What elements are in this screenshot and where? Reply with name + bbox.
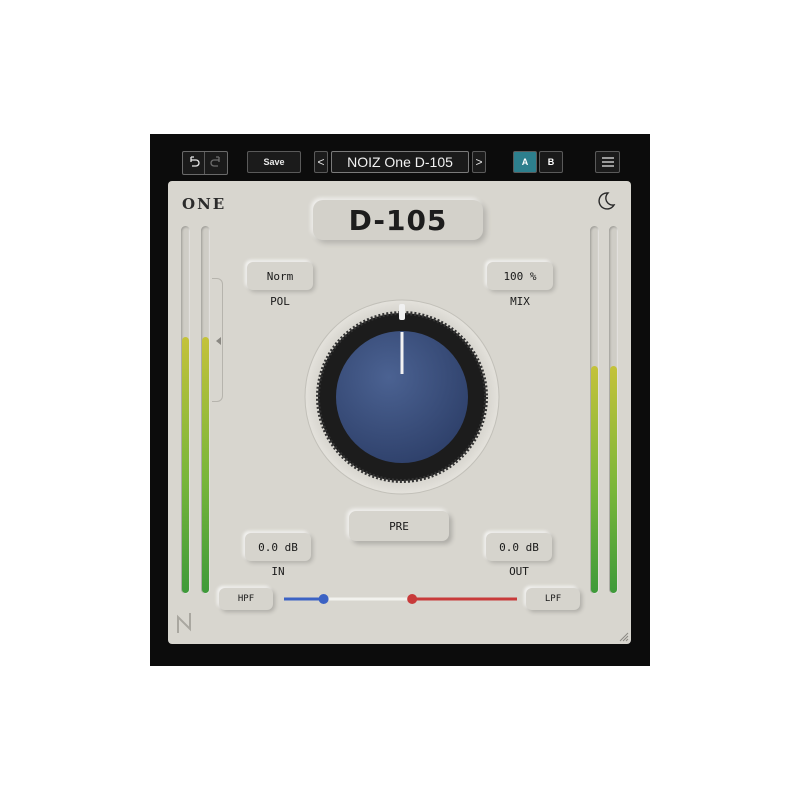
- output-meter-right: [609, 226, 618, 594]
- chevron-left-icon: <: [317, 155, 325, 169]
- input-gain-value-box[interactable]: 0.0 dB: [245, 533, 311, 561]
- input-meter-left: [181, 226, 190, 594]
- output-gain-label: OUT: [509, 565, 529, 578]
- output-gain-value-box[interactable]: 0.0 dB: [486, 533, 552, 561]
- hpf-button[interactable]: HPF: [219, 588, 273, 610]
- output-meter-right-fill: [610, 366, 617, 593]
- pol-value-box[interactable]: Norm: [247, 262, 313, 290]
- pre-button[interactable]: PRE: [349, 511, 449, 541]
- preset-name-display[interactable]: NOIZ One D-105: [331, 151, 469, 173]
- ab-b-button[interactable]: B: [539, 151, 563, 173]
- input-meter-right-fill: [202, 337, 209, 593]
- lpf-button[interactable]: LPF: [526, 588, 580, 610]
- undo-icon: [189, 156, 200, 167]
- input-meter-right: [201, 226, 210, 594]
- prev-preset-button[interactable]: <: [314, 151, 328, 173]
- main-panel: ONE D-105 Norm POL 100 % MIX PRE 0.0 dB …: [168, 181, 631, 644]
- mix-value-box[interactable]: 100 %: [487, 262, 553, 290]
- filter-range-slider[interactable]: [278, 589, 523, 609]
- moon-icon[interactable]: [593, 189, 617, 213]
- plugin-title: D-105: [313, 200, 483, 240]
- ab-a-button[interactable]: A: [513, 151, 537, 173]
- redo-button[interactable]: [205, 152, 226, 172]
- output-meter-left: [590, 226, 599, 594]
- brand-logo-text: ONE: [182, 195, 227, 213]
- chevron-right-icon: >: [475, 155, 483, 169]
- undo-redo-group: [182, 151, 228, 175]
- toolbar: Save < NOIZ One D-105 > A B: [150, 145, 650, 179]
- input-meter-left-fill: [182, 337, 189, 593]
- next-preset-button[interactable]: >: [472, 151, 486, 173]
- menu-button[interactable]: [595, 151, 620, 173]
- output-meter-left-fill: [591, 366, 598, 593]
- lpf-handle[interactable]: [407, 594, 418, 604]
- drive-knob[interactable]: [302, 297, 502, 497]
- redo-icon: [209, 156, 220, 167]
- resize-handle-icon[interactable]: [619, 632, 629, 642]
- noiz-logo-icon: [177, 613, 191, 633]
- input-gain-pointer[interactable]: [216, 337, 221, 345]
- undo-button[interactable]: [183, 152, 204, 172]
- hamburger-menu-icon: [601, 157, 614, 167]
- input-gain-label: IN: [271, 565, 285, 578]
- hpf-handle[interactable]: [318, 594, 329, 604]
- save-button[interactable]: Save: [247, 151, 301, 173]
